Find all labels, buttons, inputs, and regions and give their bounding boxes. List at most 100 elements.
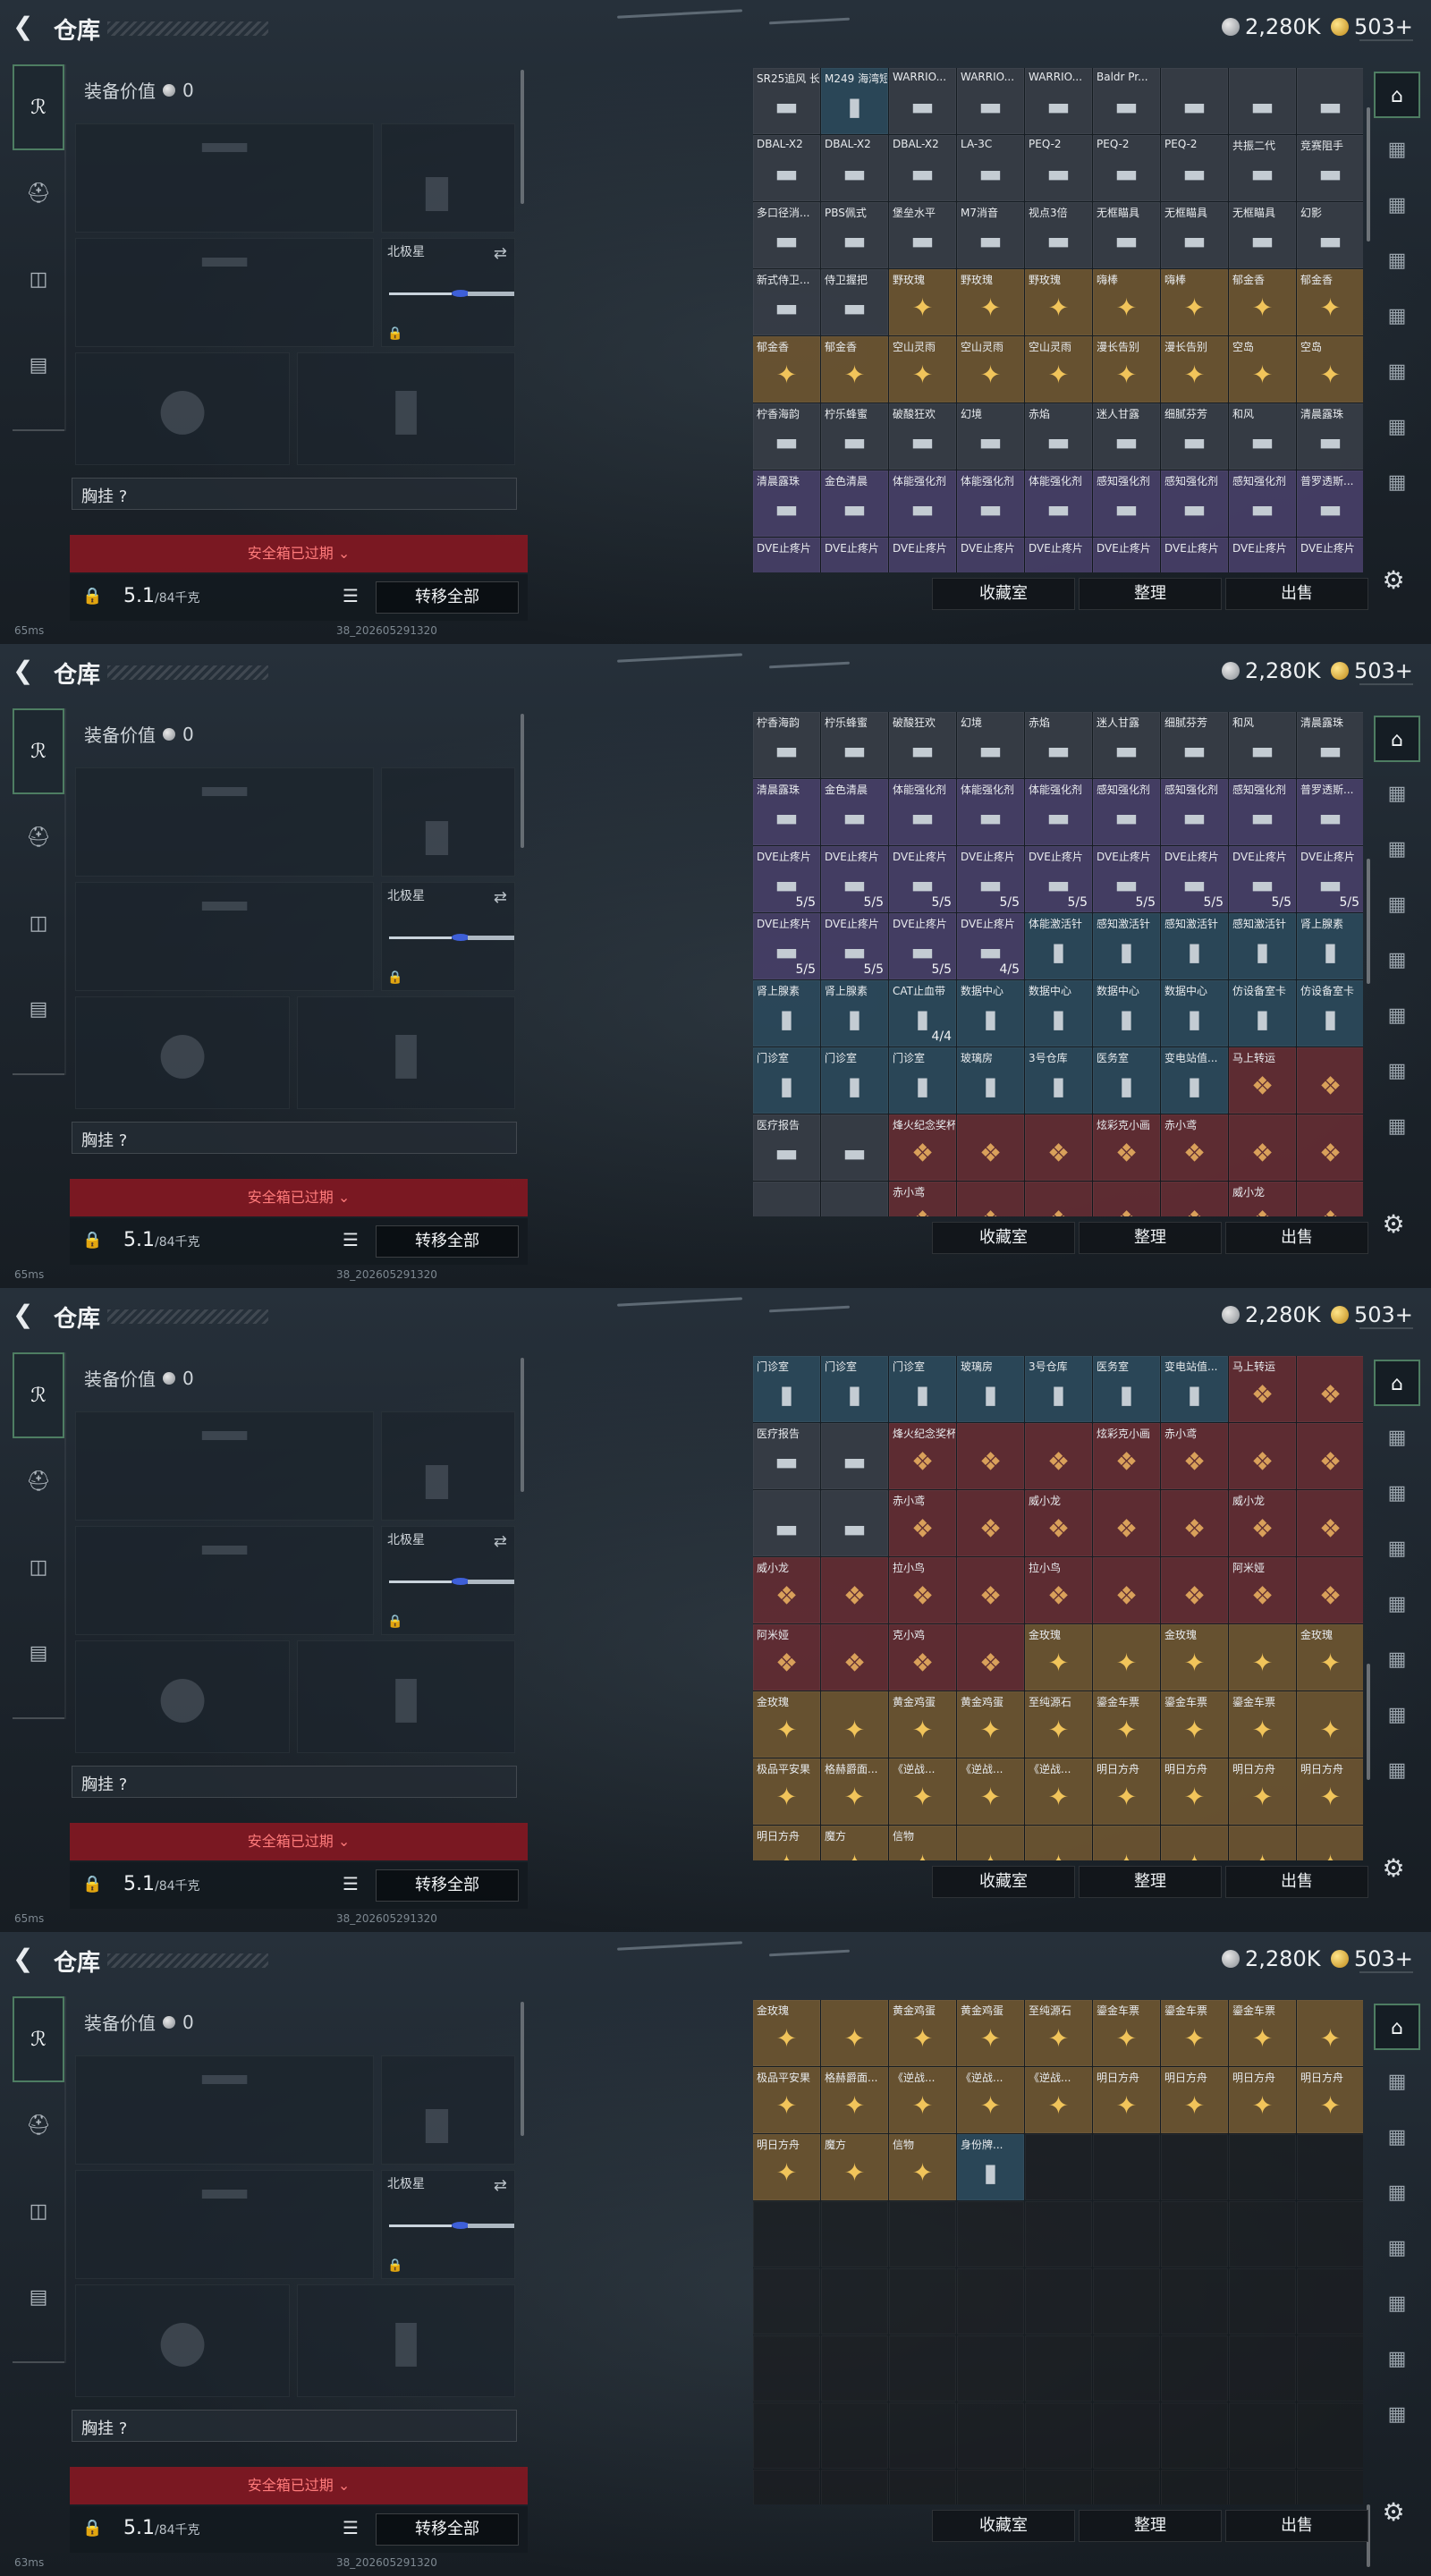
inventory-item[interactable]: 数据中心 ▮ (1161, 980, 1228, 1046)
inventory-item[interactable]: 空山灵雨 ✦ (889, 336, 956, 402)
inventory-item[interactable]: 赤小鸢 ❖ (889, 1490, 956, 1556)
inventory-item[interactable]: 感知强化剂 ▬ (1093, 779, 1160, 845)
inventory-item[interactable]: 魔方 ✦ (821, 2134, 888, 2200)
empty-slot[interactable] (1093, 2134, 1160, 2200)
collection-room-button[interactable]: 收藏室 (932, 578, 1075, 610)
empty-slot[interactable] (1297, 2201, 1363, 2267)
inventory-item[interactable]: DVE止疼片 ▬ (1161, 538, 1228, 572)
empty-slot[interactable] (1297, 2268, 1363, 2334)
swap-icon[interactable]: ⇄ (494, 244, 507, 263)
swap-icon[interactable]: ⇄ (494, 1532, 507, 1551)
inventory-item[interactable]: ✦ (957, 1826, 1024, 1860)
inventory-item[interactable]: 烽火纪念奖杯 ❖ (889, 1423, 956, 1489)
inventory-item[interactable]: 明日方舟 ✦ (1161, 1758, 1228, 1825)
inventory-item[interactable]: ❖ (821, 1624, 888, 1690)
inventory-item[interactable]: DVE止疼片 ▬ 5/5 (821, 913, 888, 979)
inventory-item[interactable]: 郁金香 ✦ (753, 336, 820, 402)
empty-slot[interactable] (1025, 2134, 1092, 2200)
inventory-item[interactable]: 柠香海韵 ▬ (753, 712, 820, 778)
inventory-item[interactable]: 变电站值... ▮ (1161, 1047, 1228, 1114)
inventory-item[interactable]: ❖ (1093, 1490, 1160, 1556)
storage-tab-4-icon[interactable]: ▦ (1374, 1526, 1420, 1572)
inventory-item[interactable]: 体能强化剂 ▬ (1025, 779, 1092, 845)
inventory-item[interactable]: CAT止血带 ▮ 4/4 (889, 980, 956, 1046)
empty-slot[interactable] (1161, 2134, 1228, 2200)
case-icon[interactable]: ▤ (13, 2254, 64, 2340)
empty-slot[interactable] (1093, 2470, 1160, 2504)
inventory-item[interactable]: 无框瞄具 ▬ (1229, 202, 1296, 268)
inventory-item[interactable]: 赤焰 ▬ (1025, 712, 1092, 778)
inventory-item[interactable]: 细腻芬芳 ▬ (1161, 403, 1228, 470)
storage-tab-6-icon[interactable]: ▦ (1374, 349, 1420, 395)
inventory-item[interactable]: 清晨露珠 ▬ (753, 470, 820, 537)
inventory-item[interactable]: ❖ (1161, 1490, 1228, 1556)
empty-slot[interactable] (1025, 2268, 1092, 2334)
inventory-item[interactable]: 野玫瑰 ✦ (957, 269, 1024, 335)
inventory-item[interactable]: 普罗透斯... ▬ (1297, 470, 1363, 537)
silver-currency[interactable]: 2,280K (1222, 1946, 1320, 1971)
inventory-item[interactable]: ▬ (753, 1182, 820, 1216)
inventory-item[interactable]: 迷人甘露 ▬ (1093, 403, 1160, 470)
storage-tab-7-icon[interactable]: ▦ (1374, 1048, 1420, 1095)
inventory-item[interactable]: ❖ (957, 1114, 1024, 1181)
inventory-item[interactable]: DBAL-X2 ▬ (821, 135, 888, 201)
inventory-item[interactable]: 野玫瑰 ✦ (889, 269, 956, 335)
empty-slot[interactable] (821, 2335, 888, 2402)
inventory-item[interactable]: 信物 ✦ (889, 2134, 956, 2200)
helmet-slot[interactable]: ● (75, 996, 290, 1109)
inventory-item[interactable]: 感知强化剂 ▬ (1229, 470, 1296, 537)
inventory-item[interactable]: 格赫爵面... ✦ (821, 1758, 888, 1825)
empty-slot[interactable] (821, 2268, 888, 2334)
inventory-item[interactable]: 明日方舟 ✦ (753, 1826, 820, 1860)
inventory-item[interactable]: ❖ (1229, 1423, 1296, 1489)
inventory-item[interactable]: 空山灵雨 ✦ (957, 336, 1024, 402)
inventory-item[interactable]: ✦ (1229, 1624, 1296, 1690)
inventory-item[interactable]: 3号仓库 ▮ (1025, 1356, 1092, 1422)
inventory-item[interactable]: ❖ (1297, 1557, 1363, 1623)
inventory-item[interactable]: 明日方舟 ✦ (1229, 1758, 1296, 1825)
storage-tab-3-icon[interactable]: ▦ (1374, 2114, 1420, 2161)
inventory-item[interactable]: 《逆战... ✦ (889, 2067, 956, 2133)
armor-slot[interactable]: ▮ (297, 1640, 515, 1753)
inventory-item[interactable]: 医疗报告 ▬ (753, 1114, 820, 1181)
inventory-item[interactable]: 郁金香 ✦ (821, 336, 888, 402)
storage-tab-7-icon[interactable]: ▦ (1374, 1692, 1420, 1739)
armor-slot[interactable]: ▮ (297, 352, 515, 465)
inventory-item[interactable]: 黄金鸡蛋 ✦ (889, 1691, 956, 1758)
storage-tab-8-icon[interactable]: ▦ (1374, 1748, 1420, 1794)
inventory-item[interactable]: 体能强化剂 ▬ (957, 779, 1024, 845)
inventory-item[interactable]: 炫彩克小画 ❖ (1093, 1423, 1160, 1489)
equipment-scrollbar[interactable] (521, 714, 524, 848)
sell-button[interactable]: 出售 (1225, 1222, 1368, 1254)
inventory-item[interactable]: ▬ (821, 1114, 888, 1181)
empty-slot[interactable] (889, 2402, 956, 2469)
inventory-item[interactable]: 威小龙 ❖ (1025, 1490, 1092, 1556)
inventory-item[interactable]: DVE止疼片 ▬ (957, 538, 1024, 572)
transfer-all-button[interactable]: 转移全部 (376, 1225, 519, 1258)
inventory-item[interactable]: 明日方舟 ✦ (1093, 2067, 1160, 2133)
inventory-item[interactable]: 金色清晨 ▬ (821, 470, 888, 537)
equipment-scrollbar[interactable] (521, 1358, 524, 1492)
inventory-item[interactable]: 仿设备室卡 ▮ (1229, 980, 1296, 1046)
inventory-item[interactable]: 格赫爵面... ✦ (821, 2067, 888, 2133)
gear-icon[interactable]: ⚙ (1377, 2497, 1410, 2529)
storage-tab-4-icon[interactable]: ▦ (1374, 238, 1420, 284)
melee-slot[interactable]: 北极星 ⇄ 🔒 (381, 882, 515, 991)
empty-slot[interactable] (889, 2201, 956, 2267)
inventory-item[interactable]: 普罗透斯... ▬ (1297, 779, 1363, 845)
safe-box-expired-banner[interactable]: 安全箱已过期 ⌄ (70, 535, 528, 572)
inventory-item[interactable]: 马上转运 ❖ (1229, 1356, 1296, 1422)
inventory-item[interactable]: DVE止疼片 ▬ 5/5 (753, 913, 820, 979)
storage-tab-6-icon[interactable]: ▦ (1374, 1637, 1420, 1683)
inventory-item[interactable]: ❖ (1025, 1114, 1092, 1181)
home-storage-icon[interactable]: ⌂ (1374, 1360, 1420, 1406)
back-arrow-icon[interactable]: ❮ (13, 1301, 41, 1329)
inventory-item[interactable]: 变电站值... ▮ (1161, 1356, 1228, 1422)
storage-tab-4-icon[interactable]: ▦ (1374, 882, 1420, 928)
collection-room-button[interactable]: 收藏室 (932, 1222, 1075, 1254)
inventory-item[interactable]: 侍卫握把 ▬ (821, 269, 888, 335)
helmet-icon[interactable]: ⛑ (13, 1438, 64, 1524)
empty-slot[interactable] (1229, 2268, 1296, 2334)
secondary-weapon-slot[interactable]: ▔ (75, 238, 374, 347)
inventory-item[interactable]: ▬ (1297, 68, 1363, 134)
